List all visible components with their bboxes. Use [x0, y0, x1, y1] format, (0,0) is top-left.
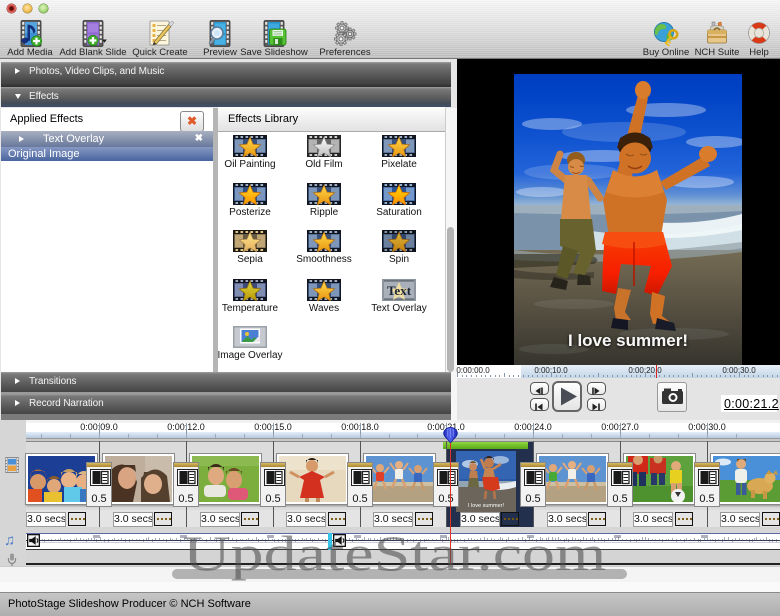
svg-text:I love summer!: I love summer! — [468, 503, 505, 509]
svg-text:I love summer!: I love summer! — [568, 331, 688, 350]
svg-text:Text: Text — [387, 283, 412, 298]
